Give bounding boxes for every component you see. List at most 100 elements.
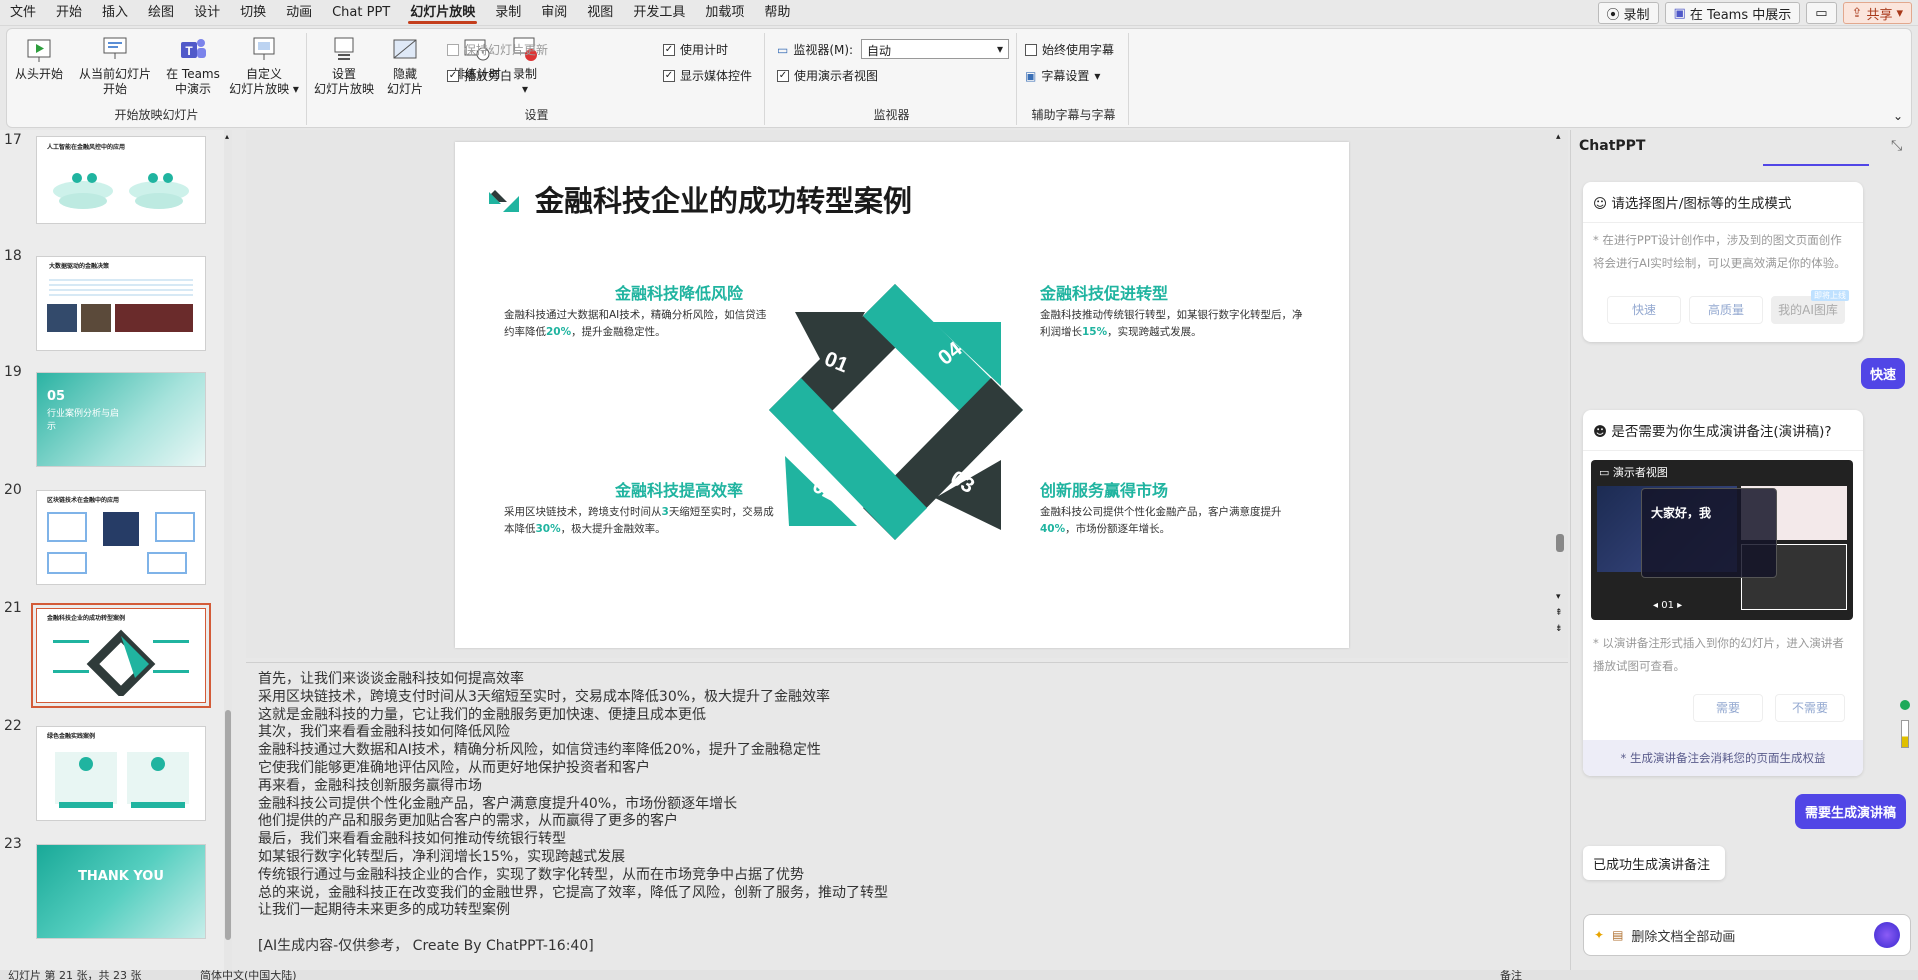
always-use-subtitles-checkbox[interactable]: 始终使用字幕 xyxy=(1025,41,1114,58)
status-bar: 幻灯片 第 21 张，共 23 张 简体中文(中国大陆) 备注 xyxy=(0,970,1918,980)
notes-line: 采用区块链技术，跨境支付时间从3天缩短至实时，交易成本降低30%，极大提升了金融… xyxy=(258,688,831,705)
menu-transitions[interactable]: 切换 xyxy=(230,0,276,26)
ribbon-group-label: 开始放映幻灯片 xyxy=(114,108,199,122)
custom-slideshow-button[interactable]: 自定义 幻灯片放映 ▾ xyxy=(227,35,301,97)
chat-input-box[interactable]: ✦ ▤ 删除文档全部动画 xyxy=(1583,914,1911,956)
slide-thumbnail-19[interactable]: 05 行业案例分析与启示 xyxy=(36,372,206,467)
present-in-teams-button[interactable]: ▣ 在 Teams 中展示 xyxy=(1664,2,1801,24)
thumbnail-number: 19 xyxy=(4,364,22,380)
scroll-up-icon[interactable]: ▴ xyxy=(1556,132,1561,142)
thumbnail-graphic xyxy=(37,550,205,576)
menu-design[interactable]: 设计 xyxy=(184,0,230,26)
menu-home[interactable]: 开始 xyxy=(46,0,92,26)
no-notes-button[interactable]: 不需要 xyxy=(1775,694,1845,722)
notes-line: 首先，让我们来谈谈金融科技如何提高效率 xyxy=(258,671,524,687)
thumbnail-number: 22 xyxy=(4,718,22,734)
slide-thumbnail-22[interactable]: 绿色金融实践案例 xyxy=(36,726,206,821)
slide-thumbnail-21[interactable]: 金融科技企业的成功转型案例 xyxy=(31,603,211,708)
record-button[interactable]: ⦿ 录制 xyxy=(1597,2,1659,24)
use-presenter-view-checkbox[interactable]: ✓ 使用演示者视图 xyxy=(777,67,878,84)
menu-help[interactable]: 帮助 xyxy=(754,0,800,26)
share-button[interactable]: ⇪ 共享 ▾ xyxy=(1842,2,1912,24)
menu-chatppt[interactable]: Chat PPT xyxy=(322,0,400,26)
notes-line: 金融科技公司提供个性化金融产品，客户满意度提升40%，市场份额逐年增长 xyxy=(258,795,738,812)
chatppt-pane: ChatPPT ⤡ ☺ 请选择图片/图标等的生成模式 * 在进行PPT设计创作中… xyxy=(1570,130,1918,970)
send-orb-icon[interactable] xyxy=(1874,922,1900,948)
speaker-notes-pane[interactable]: 首先，让我们来谈谈金融科技如何提高效率 采用区块链技术，跨境支付时间从3天缩短至… xyxy=(246,662,1568,970)
teams-icon: T xyxy=(181,39,206,58)
slide-thumbnail-20[interactable]: 区块链技术在金融中的应用 xyxy=(36,490,206,585)
from-current-slide-button[interactable]: 从当前幻灯片 开始 xyxy=(75,35,155,97)
notes-line: [AI生成内容-仅供参考， Create By ChatPPT-16:40] xyxy=(258,937,594,954)
need-notes-button[interactable]: 需要 xyxy=(1693,694,1763,722)
user-message-generate-notes: 需要生成演讲稿 xyxy=(1795,794,1907,829)
comments-button[interactable]: ▭ xyxy=(1806,2,1837,24)
thumbnail-number: 23 xyxy=(4,836,22,852)
notes-line: 最后，我们来看看金融科技如何推动传统银行转型 xyxy=(258,831,566,848)
play-narration-checkbox[interactable]: ✓ 播放旁白 xyxy=(447,67,512,84)
chevron-down-icon: ▾ xyxy=(1094,68,1101,83)
record-icon: ⦿ xyxy=(1606,7,1620,23)
thumbnail-number: 20 xyxy=(4,482,22,498)
monitor-select[interactable]: 自动 ▾ xyxy=(861,39,1009,59)
slide-thumbnail-pane: 17 人工智能在金融风控中的应用 18 大数据驱动的金融决策 19 05 行业案… xyxy=(0,130,232,970)
slide-counter: 幻灯片 第 21 张，共 23 张 xyxy=(8,970,142,980)
present-in-teams-ribbon-button[interactable]: T 在 Teams 中演示 xyxy=(165,35,221,97)
show-media-controls-checkbox[interactable]: ✓ 显示媒体控件 xyxy=(663,67,752,84)
menu-addins[interactable]: 加载项 xyxy=(695,0,754,26)
ribbon-group-start: 从头开始 从当前幻灯片 开始 T 在 Teams 中演示 自定义 幻灯片放映 ▾ 开始… xyxy=(7,33,307,125)
setup-slideshow-button[interactable]: 设置 幻灯片放映 xyxy=(311,35,377,97)
notes-line: 再来看，金融科技创新服务赢得市场 xyxy=(258,777,482,794)
assistant-reply: 已成功生成演讲备注 xyxy=(1583,846,1725,880)
slide-canvas[interactable]: 金融科技企业的成功转型案例 金融科技降低风险 金融科技通过大数据和AI技术，精确… xyxy=(455,142,1349,648)
collapse-pane-icon[interactable]: ⤡ xyxy=(1891,138,1902,154)
next-slide-icon[interactable]: ⇟ xyxy=(1555,624,1563,634)
menu-slideshow[interactable]: 幻灯片放映 xyxy=(400,0,485,26)
language-indicator[interactable]: 简体中文(中国大陆) xyxy=(200,970,297,980)
coming-soon-badge: 即将上线 xyxy=(1811,290,1849,301)
thumbnail-graphic xyxy=(55,752,189,808)
menu-draw[interactable]: 绘图 xyxy=(138,0,184,26)
subtitle-settings-button[interactable]: ▣ 字幕设置 ▾ xyxy=(1025,67,1100,84)
thumbnail-scrollbar[interactable]: ▴ xyxy=(224,130,232,970)
svg-text:T: T xyxy=(185,44,193,58)
hide-slide-button[interactable]: 隐藏 幻灯片 xyxy=(381,35,429,97)
chevron-down-icon: ▾ xyxy=(289,82,299,96)
quadrant-text-4: 金融科技推动传统银行转型，如某银行数字化转型后，净利润增长15%，实现跨越式发展… xyxy=(1040,309,1303,338)
previous-slide-icon[interactable]: ⇞ xyxy=(1555,608,1563,618)
slide-thumbnail-17[interactable]: 人工智能在金融风控中的应用 xyxy=(36,136,206,224)
monitor-label: ▭ 监视器(M): xyxy=(777,42,854,58)
chevron-down-icon: ▾ xyxy=(996,42,1003,56)
quadrant-text-2: 采用区块链技术，跨境支付时间从3天缩短至实时，交易成本降低30%，极大提升金融效… xyxy=(504,506,774,535)
menu-developer[interactable]: 开发工具 xyxy=(623,0,695,26)
quadrant-title-4: 金融科技促进转型 xyxy=(1040,284,1169,303)
menu-record[interactable]: 录制 xyxy=(485,0,531,26)
slide-thumbnail-18[interactable]: 大数据驱动的金融决策 xyxy=(36,256,206,351)
teams-icon: ▣ xyxy=(1673,5,1686,21)
menu-file[interactable]: 文件 xyxy=(0,0,46,26)
slide-thumbnail-23[interactable]: THANK YOU xyxy=(36,844,206,939)
slide-scrollbar[interactable]: ▴ ▾ ⇞ ⇟ xyxy=(1554,130,1566,640)
high-quality-mode-button[interactable]: 高质量 xyxy=(1689,296,1763,324)
notes-line: 如某银行数字化转型后，净利润增长15%，实现跨越式发展 xyxy=(258,848,626,865)
menu-review[interactable]: 审阅 xyxy=(531,0,577,26)
notes-line: 金融科技通过大数据和AI技术，精确分析风险，如信贷违约率降低20%，提升了金融稳… xyxy=(258,742,821,759)
menu-view[interactable]: 视图 xyxy=(577,0,623,26)
from-start-button[interactable]: 从头开始 xyxy=(13,35,65,82)
play-from-current-icon xyxy=(103,37,127,59)
keep-slides-updated-checkbox[interactable]: 保持幻灯片更新 xyxy=(447,41,548,58)
fast-mode-button[interactable]: 快速 xyxy=(1607,296,1681,324)
custom-slideshow-icon xyxy=(253,37,275,60)
notes-toggle-button[interactable]: 备注 xyxy=(1500,970,1522,980)
thumbnail-images xyxy=(37,300,205,336)
ribbon-group-label: 辅助字幕与字幕 xyxy=(1031,108,1116,122)
use-timings-checkbox[interactable]: ✓ 使用计时 xyxy=(663,41,728,58)
play-from-start-icon xyxy=(27,39,51,62)
monitor-icon: ▭ xyxy=(777,42,789,57)
menu-insert[interactable]: 插入 xyxy=(92,0,138,26)
setup-slideshow-icon xyxy=(334,37,354,60)
menu-animations[interactable]: 动画 xyxy=(276,0,322,26)
notes-cost-footer: * 生成演讲备注会消耗您的页面生成权益 xyxy=(1583,740,1863,776)
scroll-down-icon[interactable]: ▾ xyxy=(1556,592,1561,602)
collapse-ribbon-icon[interactable]: ⌄ xyxy=(1893,109,1903,123)
